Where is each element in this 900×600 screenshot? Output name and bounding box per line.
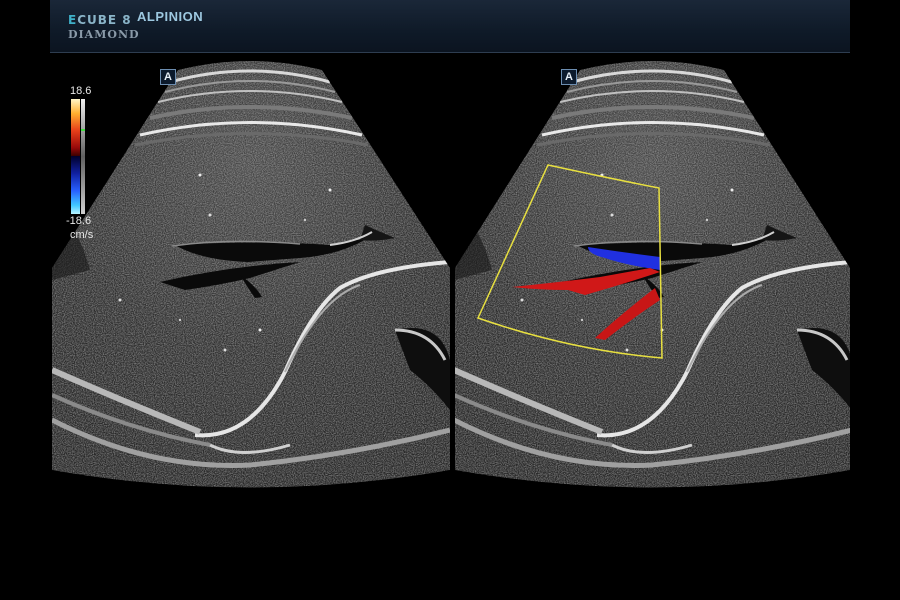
right-doppler-image: [442, 50, 862, 510]
probe-orientation-marker-left: A: [160, 69, 176, 85]
color-scale-unit: cm/s: [70, 229, 94, 241]
color-scale-bar: [71, 99, 85, 214]
probe-orientation-marker-right: A: [561, 69, 577, 85]
left-bmode-image: [40, 50, 460, 510]
ultrasound-images: [0, 0, 900, 600]
color-scale-min: -18.6: [66, 215, 92, 227]
color-scale-max: 18.6: [70, 85, 92, 97]
